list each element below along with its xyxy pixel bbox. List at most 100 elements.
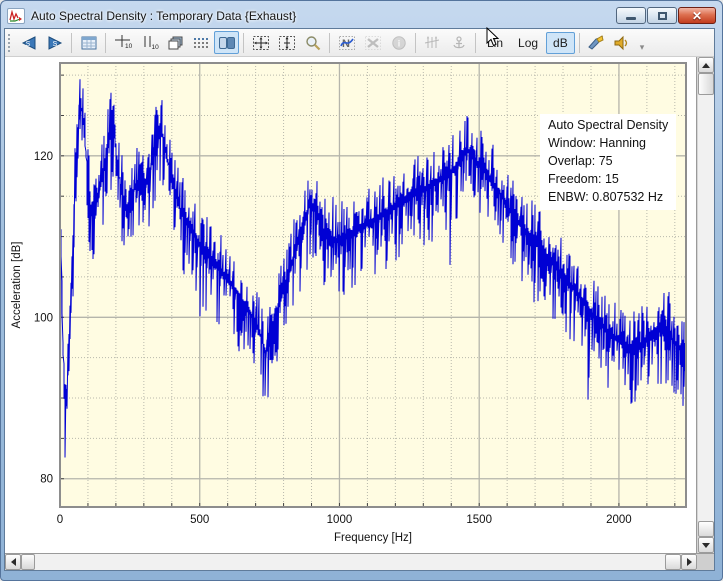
zoom-extents-icon — [251, 34, 271, 52]
svg-text:i: i — [397, 38, 400, 48]
window-title: Auto Spectral Density : Temporary Data {… — [31, 9, 616, 23]
svg-text:S: S — [25, 41, 30, 48]
toolbar-separator — [475, 33, 476, 53]
annotation-line: ENBW: 0.807532 Hz — [548, 188, 668, 206]
scroll-left-button[interactable] — [5, 554, 21, 570]
remove-curve-button — [360, 31, 385, 54]
svg-text:N: N — [342, 38, 350, 50]
audio-button[interactable] — [610, 31, 635, 54]
svg-text:S: S — [52, 41, 57, 48]
band-cursors-button[interactable]: 10 — [136, 31, 161, 54]
zoom-extents-button[interactable] — [248, 31, 273, 54]
export-hand-icon — [586, 34, 606, 52]
split-panels-button[interactable] — [214, 31, 239, 54]
nav-back-button[interactable]: S — [16, 31, 41, 54]
harmonic-cursor-button — [420, 31, 445, 54]
svg-text:120: 120 — [34, 151, 53, 163]
arrow-down-icon — [702, 543, 710, 552]
lin-scale-button[interactable]: Lin — [480, 32, 510, 54]
horizontal-scroll-page-button[interactable] — [665, 554, 681, 570]
restore-button[interactable] — [647, 7, 677, 24]
svg-text:500: 500 — [190, 514, 209, 526]
data-table-icon — [80, 35, 98, 51]
remove-curve-x-icon — [364, 35, 382, 51]
db-scale-button[interactable]: dB — [546, 32, 575, 54]
log-scale-button[interactable]: Log — [511, 32, 545, 54]
scrollbar-corner — [697, 554, 714, 570]
toolbar-separator — [105, 33, 106, 53]
anchor-cursor-icon — [450, 35, 468, 51]
split-panels-icon — [218, 35, 236, 51]
annotation-line: Window: Hanning — [548, 134, 668, 152]
spectral-plot-icon — [7, 8, 25, 24]
dotted-grid-button[interactable] — [188, 31, 213, 54]
chart-view[interactable]: 0 500 1000 1500 2000 80 100 120 Frequency [Hz] Ac… — [5, 57, 697, 553]
titlebar[interactable]: Auto Spectral Density : Temporary Data {… — [1, 1, 722, 28]
vertical-scrollbar[interactable] — [697, 57, 714, 553]
band-cursors-10-icon: 10 — [139, 34, 159, 52]
toolbar-separator — [329, 33, 330, 53]
arrow-up-icon — [702, 59, 710, 68]
svg-text:2000: 2000 — [606, 514, 632, 526]
nav-back-s-icon: S — [20, 35, 38, 51]
minimize-icon — [626, 17, 636, 20]
close-button[interactable]: ✕ — [678, 7, 716, 24]
toolbar-separator — [415, 33, 416, 53]
arrow-left-icon — [7, 558, 16, 566]
chart-annotation: Auto Spectral Density Window: Hanning Ov… — [540, 114, 676, 210]
zoom-vertical-icon — [277, 34, 297, 52]
cascade-windows-icon — [166, 35, 184, 51]
data-table-button[interactable] — [76, 31, 101, 54]
vertical-scroll-thumb[interactable] — [698, 73, 714, 95]
toolbar-overflow-button[interactable]: ▾ — [640, 42, 645, 55]
window-client: S S 10 10 — [4, 28, 715, 571]
svg-text:10: 10 — [125, 43, 133, 50]
horizontal-scroll-thumb[interactable] — [21, 554, 35, 570]
vertical-scroll-track[interactable] — [698, 95, 714, 521]
toolbar-separator — [579, 33, 580, 53]
annotation-line: Auto Spectral Density — [548, 116, 668, 134]
nav-forward-s-icon: S — [46, 35, 64, 51]
export-button[interactable] — [584, 31, 609, 54]
nav-forward-button[interactable]: S — [42, 31, 67, 54]
zoom-in-button[interactable] — [300, 31, 325, 54]
dotted-grid-icon — [192, 35, 210, 51]
toolbar-separator — [243, 33, 244, 53]
magnifier-icon — [304, 35, 322, 51]
toolbar-grip[interactable] — [8, 34, 12, 52]
speaker-icon — [612, 34, 632, 52]
horizontal-scroll-track[interactable] — [35, 554, 665, 570]
toolbar: S S 10 10 — [5, 29, 714, 57]
annotation-line: Overlap: 75 — [548, 152, 668, 170]
restore-icon — [658, 12, 667, 20]
zoom-vertical-button[interactable] — [274, 31, 299, 54]
minimize-button[interactable] — [616, 7, 646, 24]
horizontal-scrollbar[interactable] — [5, 554, 697, 570]
svg-text:Frequency [Hz]: Frequency [Hz] — [334, 532, 412, 544]
svg-text:80: 80 — [40, 474, 53, 486]
app-window: Auto Spectral Density : Temporary Data {… — [0, 0, 723, 581]
arrow-right-icon — [687, 558, 696, 566]
svg-text:1500: 1500 — [466, 514, 492, 526]
scroll-up-button[interactable] — [698, 57, 714, 73]
svg-text:Acceleration [dB]: Acceleration [dB] — [11, 242, 23, 329]
toolbar-separator — [71, 33, 72, 53]
annotation-line: Freedom: 15 — [548, 170, 668, 188]
scroll-right-button[interactable] — [681, 554, 697, 570]
svg-text:100: 100 — [34, 312, 53, 324]
svg-text:0: 0 — [57, 514, 63, 526]
crosshair-cursor-10-icon: 10 — [113, 34, 133, 52]
harmonic-cursor-icon — [423, 34, 443, 52]
info-icon: i — [390, 35, 408, 51]
curve-function-button[interactable]: N — [334, 31, 359, 54]
svg-text:10: 10 — [151, 44, 159, 51]
svg-text:1000: 1000 — [327, 514, 353, 526]
close-icon: ✕ — [692, 10, 702, 22]
vertical-scroll-page-button[interactable] — [698, 521, 714, 537]
curve-function-icon: N — [338, 35, 356, 51]
scroll-down-button[interactable] — [698, 537, 714, 553]
info-button: i — [386, 31, 411, 54]
anchor-cursor-button — [446, 31, 471, 54]
crosshair-cursor-button[interactable]: 10 — [110, 31, 135, 54]
cascade-windows-button[interactable] — [162, 31, 187, 54]
